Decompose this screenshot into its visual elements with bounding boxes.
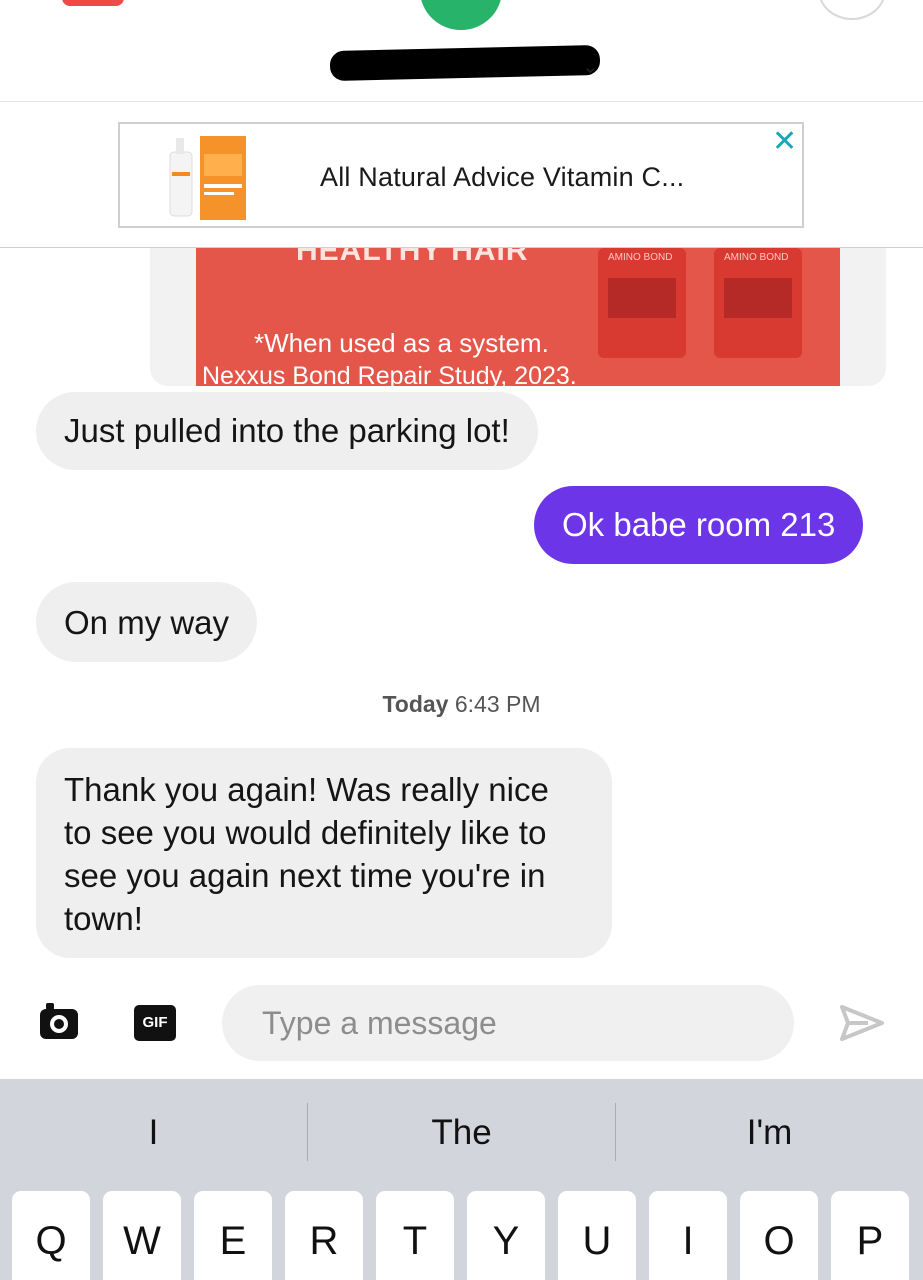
ad-card[interactable]: All Natural Advice Vitamin C... ✕ [118,122,804,228]
suggestion-1[interactable]: I [0,1079,307,1181]
message-input[interactable] [222,985,794,1061]
contact-name-redacted[interactable] [329,44,601,82]
product-bottle-image: AMINO BOND [598,248,686,358]
media-headline: HEALTHY HAIR [296,248,529,267]
shared-media-image[interactable]: HEALTHY HAIR AMINO BOND AMINO BOND *When… [196,248,840,386]
product-bottle-image: AMINO BOND [714,248,802,358]
shared-media-message: HEALTHY HAIR AMINO BOND AMINO BOND *When… [150,248,886,386]
autocomplete-bar: I The I'm [0,1079,923,1181]
ad-title: All Natural Advice Vitamin C... [320,162,685,192]
key-q[interactable]: Q [12,1191,90,1280]
key-t[interactable]: T [376,1191,454,1280]
camera-icon[interactable] [38,1001,80,1041]
message-bubble-incoming[interactable]: Thank you again! Was really nice to see … [36,748,612,958]
timestamp-day: Today [382,691,449,717]
chevron-down-icon[interactable]: ⌄ [582,54,599,79]
on-screen-keyboard: I The I'm Q W E R T Y U I O P [0,1079,923,1280]
key-y[interactable]: Y [467,1191,545,1280]
send-icon[interactable] [838,1003,886,1043]
key-r[interactable]: R [285,1191,363,1280]
media-source: Nexxus Bond Repair Study, 2023. [202,362,577,386]
key-u[interactable]: U [558,1191,636,1280]
key-i[interactable]: I [649,1191,727,1280]
suggestion-3[interactable]: I'm [616,1079,923,1181]
key-o[interactable]: O [740,1191,818,1280]
suggestion-2[interactable]: The [308,1079,615,1181]
message-bubble-incoming[interactable]: Just pulled into the parking lot! [36,392,538,470]
key-w[interactable]: W [103,1191,181,1280]
gif-button[interactable]: GIF [134,1005,176,1041]
key-p[interactable]: P [831,1191,909,1280]
conversation-header: ⌄ [0,0,923,102]
message-bubble-outgoing[interactable]: Ok babe room 213 [534,486,864,564]
timestamp-time: 6:43 PM [454,691,541,717]
ad-banner: All Natural Advice Vitamin C... ✕ [0,102,923,248]
close-icon[interactable]: ✕ [772,124,797,159]
avatar[interactable] [420,0,502,30]
back-button[interactable] [62,0,124,6]
media-footnote: *When used as a system. [254,328,549,358]
timestamp: Today 6:43 PM [0,691,923,718]
product-image [169,136,246,220]
message-composer: GIF [0,975,923,1079]
info-button[interactable] [818,0,886,20]
key-e[interactable]: E [194,1191,272,1280]
message-bubble-incoming[interactable]: On my way [36,582,258,662]
